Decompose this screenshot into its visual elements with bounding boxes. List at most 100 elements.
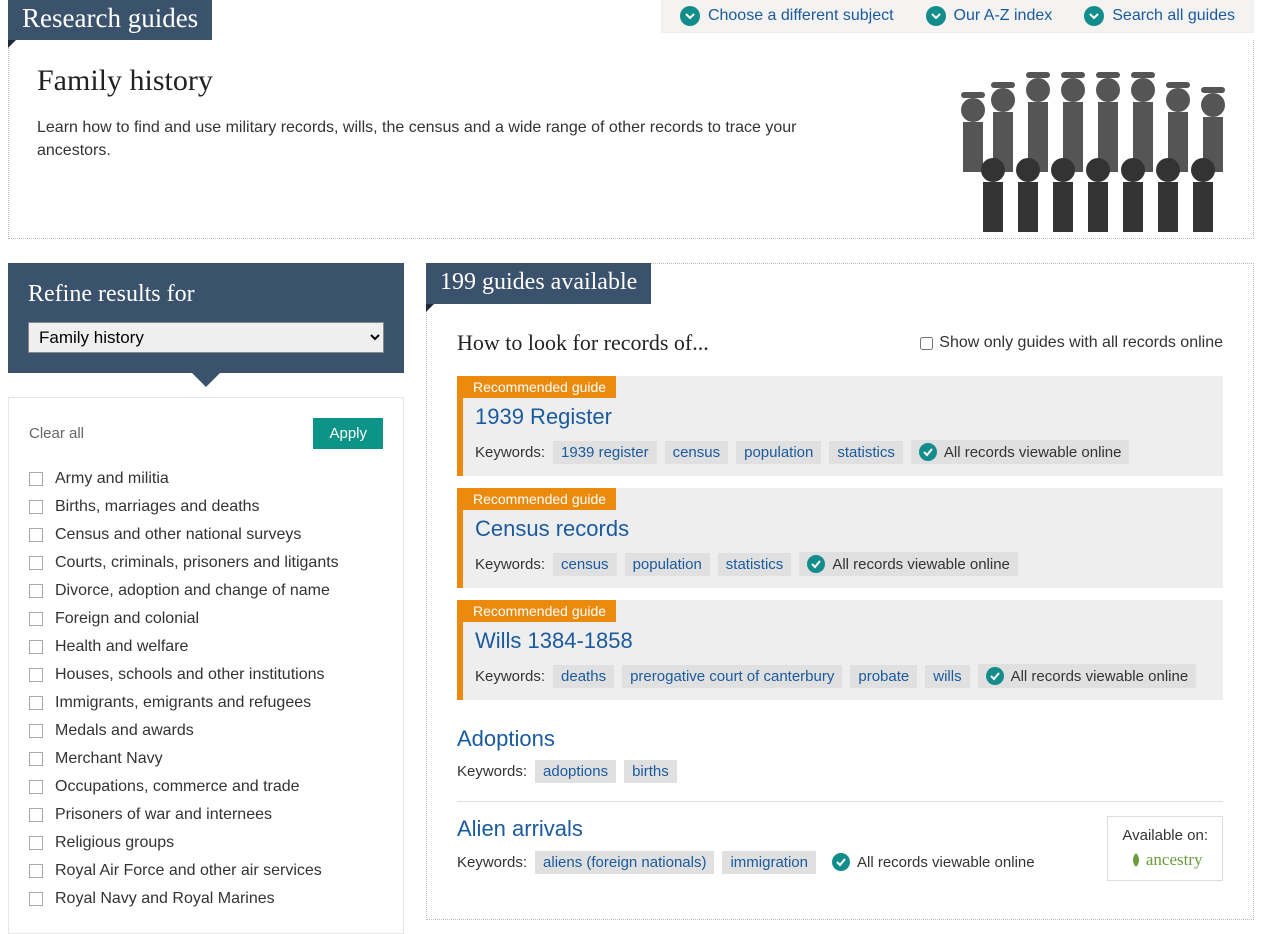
filter-item[interactable]: Houses, schools and other institutions <box>29 661 383 689</box>
guide-title-link[interactable]: Alien arrivals <box>457 816 583 841</box>
clear-all-link[interactable]: Clear all <box>29 425 84 442</box>
filter-label: Census and other national surveys <box>55 526 301 544</box>
filter-label: Army and militia <box>55 470 169 488</box>
guide-item: AdoptionsKeywords: adoptions births <box>457 712 1223 802</box>
filter-item[interactable]: Health and welfare <box>29 633 383 661</box>
ancestry-logo[interactable]: ancestry <box>1122 850 1208 870</box>
filter-label: Courts, criminals, prisoners and litigan… <box>55 554 339 572</box>
filter-checkbox[interactable] <box>29 864 43 878</box>
page-title: Family history <box>37 64 817 98</box>
search-guides-link[interactable]: Search all guides <box>1084 6 1235 26</box>
filter-label: Royal Navy and Royal Marines <box>55 890 275 908</box>
filter-checkbox[interactable] <box>29 668 43 682</box>
filter-checkbox[interactable] <box>29 640 43 654</box>
filter-label: Prisoners of war and internees <box>55 806 272 824</box>
filter-item[interactable]: Divorce, adoption and change of name <box>29 577 383 605</box>
top-links: Choose a different subject Our A-Z index… <box>661 0 1254 33</box>
filter-item[interactable]: Medals and awards <box>29 717 383 745</box>
check-icon <box>807 555 825 573</box>
keyword-tag[interactable]: census <box>665 441 729 464</box>
keywords-label: Keywords: <box>475 444 545 461</box>
keyword-tag[interactable]: deaths <box>553 665 614 688</box>
keyword-tag[interactable]: census <box>553 553 617 576</box>
keywords-label: Keywords: <box>475 556 545 573</box>
results-subheading: How to look for records of... <box>457 330 709 356</box>
filter-checkbox[interactable] <box>29 472 43 486</box>
filter-checkbox[interactable] <box>29 584 43 598</box>
filter-checkbox[interactable] <box>29 892 43 906</box>
show-online-checkbox[interactable] <box>920 337 933 350</box>
guide-title-link[interactable]: Census records <box>475 516 629 541</box>
filter-label: Royal Air Force and other air services <box>55 862 322 880</box>
keyword-tag[interactable]: population <box>625 553 710 576</box>
category-select[interactable]: Family history <box>28 322 384 353</box>
guide-title-link[interactable]: Adoptions <box>457 726 555 751</box>
keyword-tag[interactable]: statistics <box>829 441 903 464</box>
filter-label: Births, marriages and deaths <box>55 498 260 516</box>
guide-item: Alien arrivals Keywords: aliens (foreign … <box>457 802 1223 899</box>
filter-checkbox[interactable] <box>29 808 43 822</box>
filter-item[interactable]: Merchant Navy <box>29 745 383 773</box>
filter-checkbox[interactable] <box>29 500 43 514</box>
filter-item[interactable]: Army and militia <box>29 465 383 493</box>
filter-checkbox[interactable] <box>29 836 43 850</box>
filter-checkbox[interactable] <box>29 752 43 766</box>
keyword-tag[interactable]: probate <box>850 665 917 688</box>
filter-label: Houses, schools and other institutions <box>55 666 324 684</box>
guide-title-link[interactable]: 1939 Register <box>475 404 612 429</box>
keyword-tag[interactable]: prerogative court of canterbury <box>622 665 842 688</box>
check-icon <box>986 667 1004 685</box>
show-online-toggle[interactable]: Show only guides with all records online <box>920 334 1223 352</box>
filter-item[interactable]: Immigrants, emigrants and refugees <box>29 689 383 717</box>
page-banner-title: Research guides <box>8 0 212 40</box>
chevron-down-icon <box>1084 6 1104 26</box>
az-index-link[interactable]: Our A-Z index <box>926 6 1053 26</box>
choose-subject-link[interactable]: Choose a different subject <box>680 6 894 26</box>
recommended-card: Recommended guide Census records Keywords:… <box>457 488 1223 588</box>
filter-checkbox[interactable] <box>29 724 43 738</box>
filter-label: Merchant Navy <box>55 750 163 768</box>
online-label: All records viewable online <box>832 556 1010 573</box>
filter-checkbox[interactable] <box>29 696 43 710</box>
choose-subject-label: Choose a different subject <box>708 7 894 25</box>
recommended-badge: Recommended guide <box>463 600 616 622</box>
page-description: Learn how to find and use military recor… <box>37 116 817 162</box>
keyword-tag[interactable]: immigration <box>722 851 816 874</box>
filter-item[interactable]: Prisoners of war and internees <box>29 801 383 829</box>
keyword-tag[interactable]: 1939 register <box>553 441 657 464</box>
keyword-tag[interactable]: births <box>624 760 677 783</box>
apply-button[interactable]: Apply <box>313 418 383 449</box>
filter-checkbox[interactable] <box>29 528 43 542</box>
filter-item[interactable]: Census and other national surveys <box>29 521 383 549</box>
filter-checkbox[interactable] <box>29 780 43 794</box>
filter-item[interactable]: Courts, criminals, prisoners and litigan… <box>29 549 383 577</box>
results-panel: 199 guides available How to look for rec… <box>426 263 1254 920</box>
filter-checkbox[interactable] <box>29 556 43 570</box>
available-on-box: Available on: ancestry <box>1107 816 1223 881</box>
recommended-badge: Recommended guide <box>463 488 616 510</box>
keyword-tag[interactable]: wills <box>925 665 969 688</box>
hero-image <box>943 40 1253 238</box>
show-online-label: Show only guides with all records online <box>939 334 1223 352</box>
online-badge: All records viewable online <box>824 850 1043 874</box>
recommended-badge: Recommended guide <box>463 376 616 398</box>
filter-item[interactable]: Religious groups <box>29 829 383 857</box>
online-label: All records viewable online <box>857 854 1035 871</box>
refine-heading: Refine results for <box>28 281 384 308</box>
online-label: All records viewable online <box>944 444 1122 461</box>
filter-item[interactable]: Royal Air Force and other air services <box>29 857 383 885</box>
filter-item[interactable]: Occupations, commerce and trade <box>29 773 383 801</box>
keyword-tag[interactable]: population <box>736 441 821 464</box>
filter-label: Occupations, commerce and trade <box>55 778 300 796</box>
keywords-label: Keywords: <box>457 854 527 871</box>
available-on-label: Available on: <box>1122 827 1208 844</box>
filter-checkbox[interactable] <box>29 612 43 626</box>
keyword-tag[interactable]: aliens (foreign nationals) <box>535 851 714 874</box>
keyword-tag[interactable]: adoptions <box>535 760 616 783</box>
filter-item[interactable]: Foreign and colonial <box>29 605 383 633</box>
guide-title-link[interactable]: Wills 1384-1858 <box>475 628 633 653</box>
filter-item[interactable]: Royal Navy and Royal Marines <box>29 885 383 913</box>
keyword-tag[interactable]: statistics <box>718 553 792 576</box>
check-icon <box>832 853 850 871</box>
filter-item[interactable]: Births, marriages and deaths <box>29 493 383 521</box>
